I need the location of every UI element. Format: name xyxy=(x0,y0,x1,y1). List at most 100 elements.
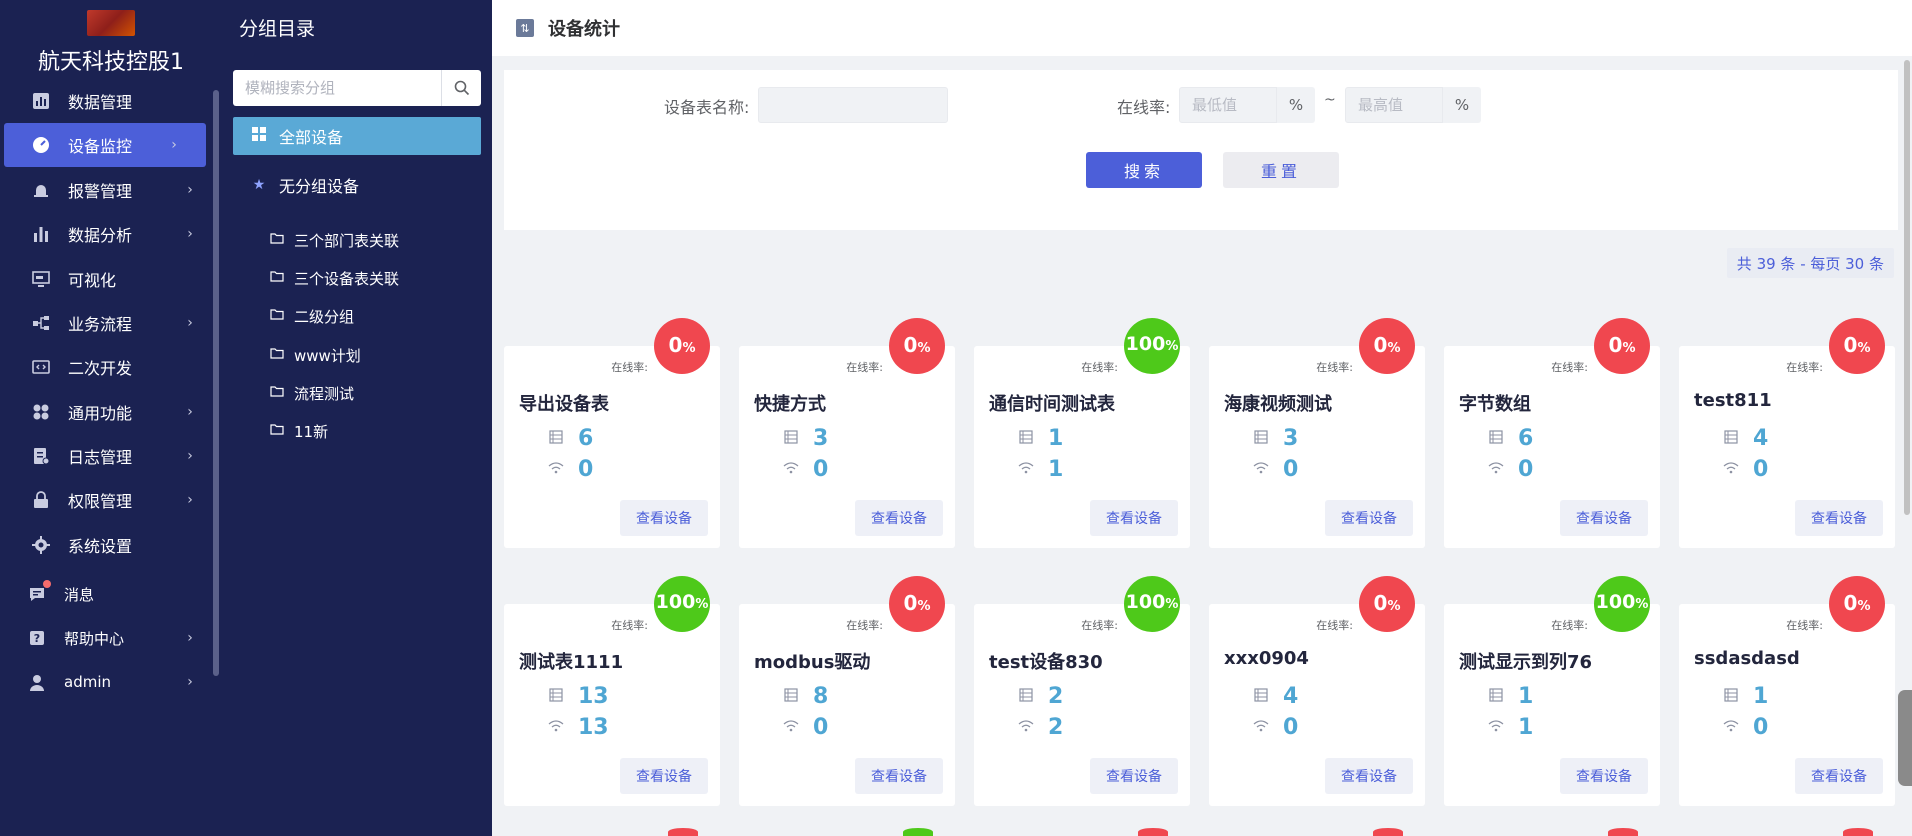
filter-panel: 设备表名称: 在线率: % ~ % 搜索 重置 xyxy=(504,70,1898,230)
brand: 航天科技控股1 xyxy=(0,0,222,88)
view-devices-button[interactable]: 查看设备 xyxy=(1795,500,1883,536)
group-item-all-devices[interactable]: 全部设备 xyxy=(233,117,481,155)
wifi-icon xyxy=(781,461,801,478)
sidebar-item-11[interactable]: 系统设置 xyxy=(0,523,222,567)
online-rate-label: 在线率: xyxy=(846,361,883,374)
device-online-count: 2 xyxy=(1048,715,1064,740)
max-rate-input[interactable] xyxy=(1346,88,1442,122)
view-devices-button[interactable]: 查看设备 xyxy=(855,500,943,536)
device-total-row: 4 xyxy=(1251,684,1298,709)
online-rate-badge xyxy=(1843,828,1873,836)
sidebar-scrollbar[interactable] xyxy=(213,90,219,676)
online-rate-unit: % xyxy=(1635,597,1649,612)
online-rate-value: 0 xyxy=(668,333,683,357)
wifi-icon xyxy=(1016,461,1036,478)
online-rate-unit: % xyxy=(1857,341,1871,356)
device-table-name-label: 设备表名称: xyxy=(664,98,750,117)
main-scrollbar[interactable] xyxy=(1904,60,1910,515)
online-rate-value: 100 xyxy=(1125,591,1166,613)
online-rate-value: 0 xyxy=(903,333,918,357)
search-button[interactable]: 搜索 xyxy=(1086,152,1202,188)
star-icon: ★ xyxy=(252,177,266,193)
view-devices-button[interactable]: 查看设备 xyxy=(1560,758,1648,794)
search-icon[interactable] xyxy=(441,70,481,106)
sidebar-item-5[interactable]: 可视化 xyxy=(0,257,222,301)
online-rate-value: 0 xyxy=(1843,333,1858,357)
online-rate-badge xyxy=(1138,828,1168,836)
chevron-right-icon: › xyxy=(187,226,193,242)
reset-button[interactable]: 重置 xyxy=(1223,152,1339,188)
wifi-icon xyxy=(1721,461,1741,478)
sidebar-bottom-item-1[interactable]: 消息 xyxy=(0,572,222,616)
sidebar-item-7[interactable]: 二次开发 xyxy=(0,345,222,389)
view-devices-button[interactable]: 查看设备 xyxy=(1090,758,1178,794)
sidebar-item-3[interactable]: 报警管理 › xyxy=(0,168,222,212)
view-devices-button[interactable]: 查看设备 xyxy=(1090,500,1178,536)
group-item-label: 全部设备 xyxy=(279,128,344,147)
online-rate-badge xyxy=(1608,828,1638,836)
code-icon xyxy=(30,356,52,378)
wifi-icon xyxy=(546,461,566,478)
online-rate-label: 在线率: xyxy=(1117,98,1171,117)
device-online-row: 0 xyxy=(1721,457,1768,482)
online-rate-label: 在线率: xyxy=(1551,619,1588,632)
view-devices-button[interactable]: 查看设备 xyxy=(620,758,708,794)
sidebar-item-9[interactable]: 日志管理 › xyxy=(0,434,222,478)
folder-item[interactable]: 三个设备表关联 xyxy=(270,266,399,290)
device-online-count: 0 xyxy=(813,715,829,740)
group-item-ungrouped[interactable]: ★ 无分组设备 xyxy=(233,166,481,204)
sidebar-bottom-item-2[interactable]: ? 帮助中心 › xyxy=(0,616,222,660)
device-online-row: 2 xyxy=(1016,715,1063,740)
view-devices-button[interactable]: 查看设备 xyxy=(620,500,708,536)
server-icon xyxy=(1486,429,1506,448)
max-rate-unit: % xyxy=(1443,87,1481,123)
sidebar-item-1[interactable]: 数据管理 xyxy=(0,79,222,123)
device-card: 在线率: 0% 字节数组 6 0 查看设备 xyxy=(1444,318,1660,548)
scroll-handle[interactable] xyxy=(1898,690,1912,786)
device-online-count: 0 xyxy=(1283,457,1299,482)
folder-label: www计划 xyxy=(294,346,361,365)
view-devices-button[interactable]: 查看设备 xyxy=(1560,500,1648,536)
online-rate-label: 在线率: xyxy=(1786,619,1823,632)
device-online-count: 1 xyxy=(1518,715,1534,740)
online-rate-label: 在线率: xyxy=(1786,361,1823,374)
server-icon xyxy=(1251,429,1271,448)
folder-item[interactable]: 三个部门表关联 xyxy=(270,228,399,252)
folder-item[interactable]: 二级分组 xyxy=(270,304,354,328)
view-devices-button[interactable]: 查看设备 xyxy=(1795,758,1883,794)
folder-item[interactable]: www计划 xyxy=(270,343,361,367)
message-icon xyxy=(26,580,51,605)
sidebar-item-4[interactable]: 数据分析 › xyxy=(0,212,222,256)
device-table-name: 测试表1111 xyxy=(519,652,624,673)
folder-item[interactable]: 流程测试 xyxy=(270,381,354,405)
sidebar-item-2[interactable]: 设备监控 › xyxy=(4,123,206,167)
wifi-icon xyxy=(546,719,566,736)
sidebar-item-8[interactable]: 通用功能 › xyxy=(0,390,222,434)
device-table-name: 快捷方式 xyxy=(754,394,826,415)
max-rate-field xyxy=(1345,87,1443,123)
device-online-row: 1 xyxy=(1486,715,1533,740)
sidebar-item-label: 系统设置 xyxy=(68,537,133,556)
folder-icon xyxy=(270,232,286,248)
view-devices-button[interactable]: 查看设备 xyxy=(855,758,943,794)
device-total-count: 1 xyxy=(1048,426,1064,451)
device-card: 在线率: 0% xxx0904 4 0 查看设备 xyxy=(1209,576,1425,806)
view-devices-button[interactable]: 查看设备 xyxy=(1325,500,1413,536)
device-total-count: 1 xyxy=(1518,684,1534,709)
device-online-row: 0 xyxy=(1486,457,1533,482)
device-total-count: 6 xyxy=(1518,426,1534,451)
min-rate-input[interactable] xyxy=(1180,88,1276,122)
help-icon: ? xyxy=(26,627,48,649)
wifi-icon xyxy=(1721,719,1741,736)
device-total-row: 4 xyxy=(1721,426,1768,451)
group-search-input[interactable] xyxy=(233,70,441,106)
folder-item[interactable]: 11新 xyxy=(270,419,328,443)
sidebar-bottom-item-3[interactable]: admin › xyxy=(0,660,222,704)
sidebar-item-6[interactable]: 业务流程 › xyxy=(0,301,222,345)
view-devices-button[interactable]: 查看设备 xyxy=(1325,758,1413,794)
sidebar-item-10[interactable]: 权限管理 › xyxy=(0,478,222,522)
device-table-name-input[interactable] xyxy=(759,88,947,122)
device-table-name: 字节数组 xyxy=(1459,394,1531,415)
folder-icon xyxy=(270,423,286,439)
main-content: ⇅ 设备统计 设备表名称: 在线率: % ~ % 搜索 重置 共 39 条 - … xyxy=(492,0,1912,836)
